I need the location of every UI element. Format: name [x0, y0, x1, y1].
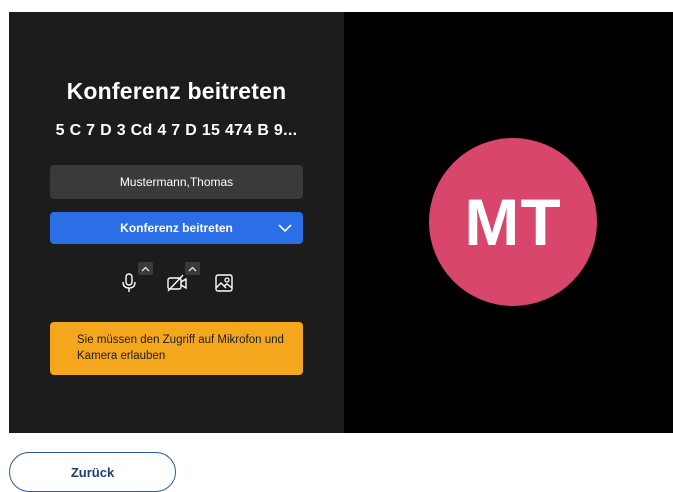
- avatar: MT: [429, 138, 597, 306]
- chevron-down-icon[interactable]: [277, 220, 293, 236]
- display-name-value: Mustermann,Thomas: [119, 175, 234, 189]
- microphone-icon: [122, 273, 136, 292]
- camera-off-icon: [167, 274, 187, 292]
- meeting-id: 5 C 7 D 3 Cd 4 7 D 15 474 B 9...: [55, 122, 298, 139]
- microphone-options-button[interactable]: [138, 262, 153, 275]
- microphone-toggle[interactable]: [118, 272, 140, 294]
- display-name-field[interactable]: Mustermann,Thomas: [50, 165, 303, 199]
- background-effects-button[interactable]: [213, 272, 235, 294]
- conference-stage: Konferenz beitreten 5 C 7 D 3 Cd 4 7 D 1…: [9, 12, 673, 433]
- permission-warning-text: Sie müssen den Zugriff auf Mikrofon und …: [77, 334, 284, 362]
- join-panel: Konferenz beitreten 5 C 7 D 3 Cd 4 7 D 1…: [9, 12, 344, 433]
- permission-warning: Sie müssen den Zugriff auf Mikrofon und …: [50, 322, 303, 375]
- video-preview: MT: [344, 12, 673, 433]
- background-image-icon: [215, 274, 233, 292]
- back-button[interactable]: Zurück: [9, 452, 176, 492]
- media-controls: [9, 262, 344, 302]
- chevron-up-icon: [188, 266, 197, 271]
- join-title: Konferenz beitreten: [66, 78, 287, 104]
- camera-toggle[interactable]: [166, 272, 188, 294]
- join-conference-label: Konferenz beitreten: [120, 221, 233, 235]
- avatar-initials: MT: [464, 185, 562, 259]
- back-button-label: Zurück: [70, 464, 115, 480]
- join-conference-button[interactable]: Konferenz beitreten: [50, 212, 303, 244]
- chevron-up-icon: [141, 266, 150, 271]
